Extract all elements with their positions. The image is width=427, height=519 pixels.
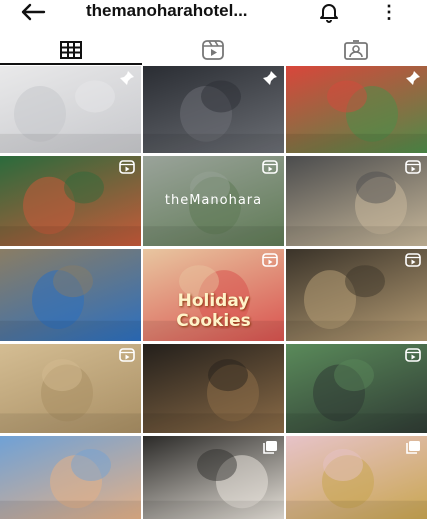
pin-icon [262, 70, 278, 85]
reels-icon [262, 253, 278, 267]
post-thumbnail[interactable] [286, 344, 427, 433]
more-vertical-icon: ⋮ [380, 2, 398, 22]
grid-icon [60, 41, 82, 59]
reels-icon [262, 160, 278, 174]
reels-icon [405, 348, 421, 362]
tab-grid[interactable] [0, 36, 142, 64]
reels-icon [202, 40, 224, 60]
post-thumbnail[interactable] [286, 66, 427, 153]
tab-reels[interactable] [142, 36, 284, 64]
post-overlay-text: theManohara [164, 193, 263, 208]
pin-icon [405, 70, 421, 85]
post-thumbnail[interactable] [0, 436, 141, 519]
post-thumbnail[interactable] [286, 249, 427, 341]
arrow-left-icon [21, 3, 46, 21]
profile-username: themanoharahotel... [86, 1, 248, 20]
tagged-icon [343, 40, 368, 60]
pin-icon [119, 70, 135, 85]
reels-icon [119, 160, 135, 174]
post-thumbnail[interactable] [0, 66, 141, 153]
post-overlay-text: Holiday Cookies [176, 291, 251, 331]
more-options-button[interactable]: ⋮ [380, 1, 398, 23]
post-image [0, 265, 141, 341]
post-thumbnail[interactable] [143, 436, 284, 519]
reels-icon [405, 160, 421, 174]
post-image [143, 359, 284, 433]
top-bar: themanoharahotel... ⋮ [0, 0, 427, 26]
posts-grid: theManohara Holiday Cookies [0, 66, 427, 519]
tab-tagged[interactable] [284, 36, 427, 64]
post-thumbnail[interactable]: theManohara [143, 156, 284, 246]
bell-icon [320, 4, 338, 23]
carousel-icon [262, 440, 278, 454]
post-thumbnail[interactable] [143, 66, 284, 153]
reels-icon [405, 253, 421, 267]
post-image [0, 449, 141, 519]
post-thumbnail[interactable] [286, 436, 427, 519]
post-thumbnail[interactable] [0, 344, 141, 433]
post-thumbnail[interactable]: Holiday Cookies [143, 249, 284, 341]
notifications-button[interactable] [318, 1, 340, 23]
profile-tabs [0, 36, 427, 65]
post-thumbnail[interactable] [143, 344, 284, 433]
post-thumbnail[interactable] [286, 156, 427, 246]
back-button[interactable] [18, 2, 48, 22]
active-tab-indicator [0, 63, 142, 65]
post-thumbnail[interactable] [0, 156, 141, 246]
carousel-icon [405, 440, 421, 454]
post-thumbnail[interactable] [0, 249, 141, 341]
reels-icon [119, 348, 135, 362]
